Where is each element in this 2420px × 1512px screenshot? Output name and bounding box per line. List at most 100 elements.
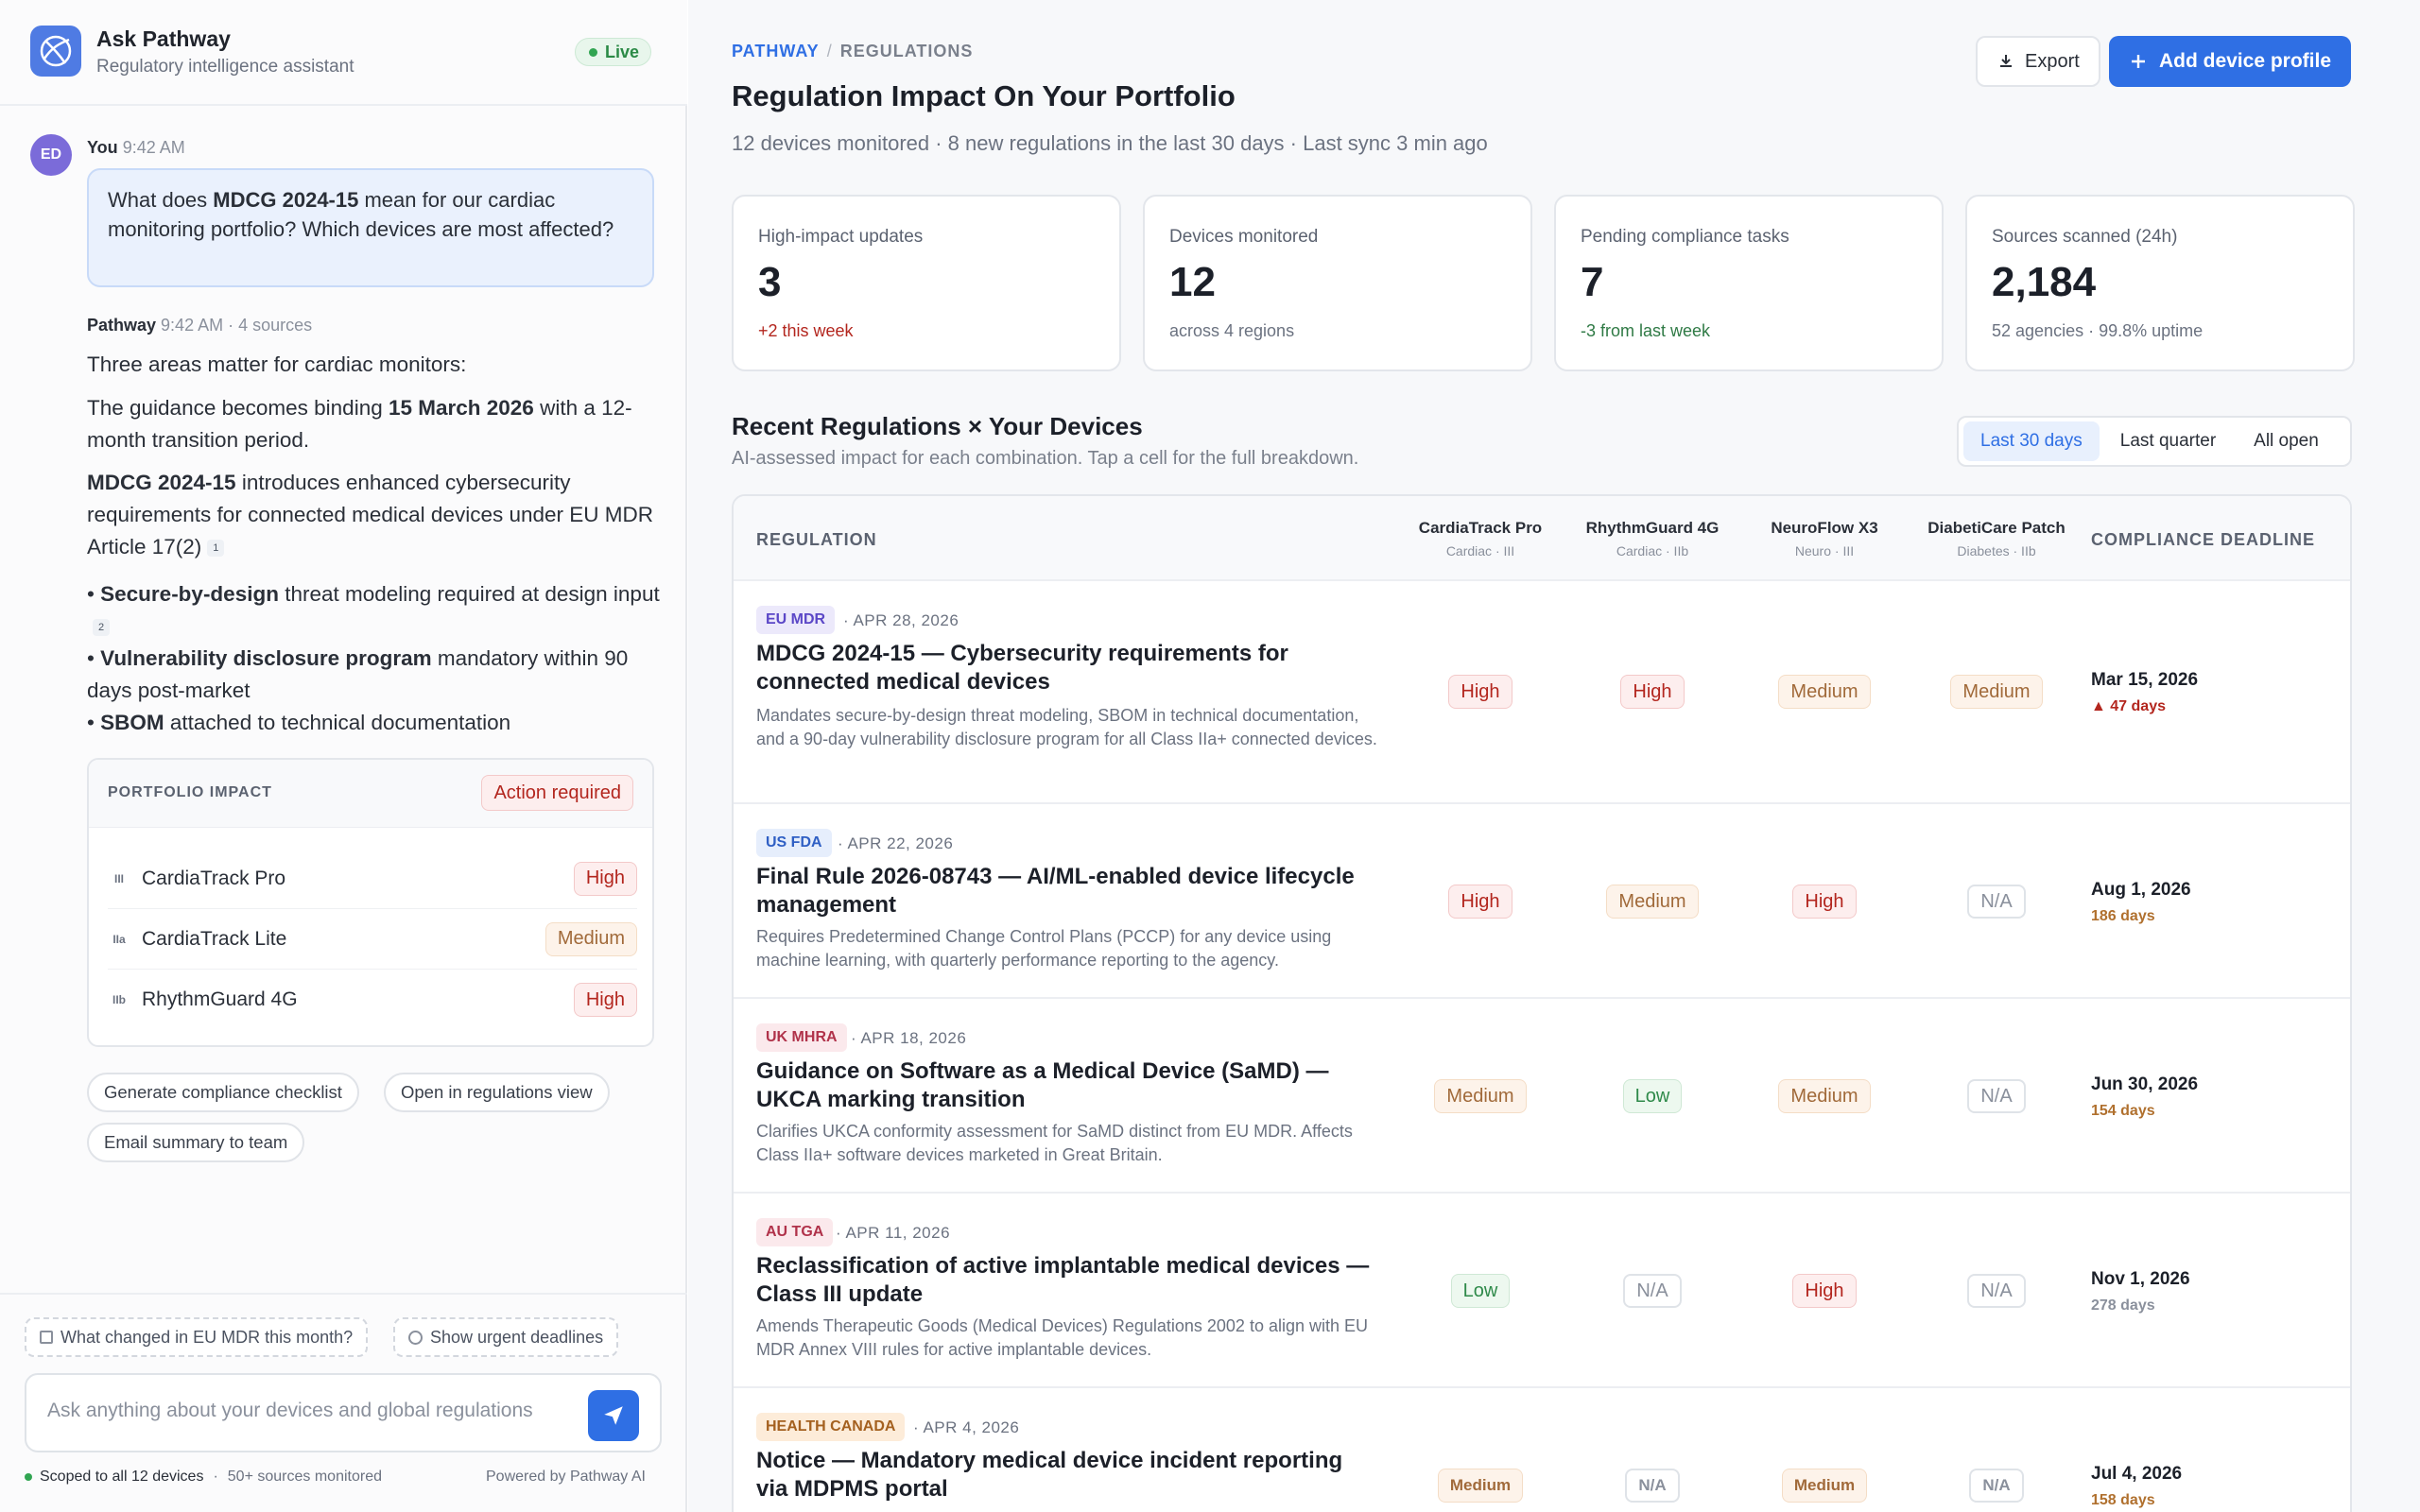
impact-cell[interactable]: Low [1567,1079,1737,1113]
col-device[interactable]: CardiaTrack Pro Cardiac · III [1395,519,1565,558]
impact-cell[interactable]: Medium [1395,1469,1565,1503]
impact-badge: Medium [544,921,637,956]
col-device[interactable]: RhythmGuard 4G Cardiac · IIb [1567,519,1737,558]
table-row[interactable]: AU TGA · APR 11, 2026 Reclassification o… [734,1194,2350,1388]
days-remaining: 278 days [2091,1297,2155,1314]
impact-cell[interactable]: High [1567,675,1737,709]
table-row[interactable]: HEALTH CANADA · APR 4, 2026 Notice — Man… [734,1388,2350,1512]
citation-1[interactable]: 1 [207,540,225,558]
region-tag: UK MHRA [756,1023,847,1052]
impact-badge: Medium [1434,1079,1527,1113]
powered-by: Powered by Pathway AI [486,1469,646,1485]
region-tag: EU MDR [756,606,836,634]
page-title: Regulation Impact On Your Portfolio [732,79,1236,112]
impact-badge: N/A [1969,1469,2024,1503]
impact-cell[interactable]: High [1395,675,1565,709]
stat-note: +2 this week [758,321,854,340]
page-subtitle: 12 devices monitored · 8 new regulations… [732,131,1488,155]
chat-input[interactable] [47,1400,558,1422]
email-summary-button[interactable]: Email summary to team [87,1123,305,1162]
breadcrumb-pathway[interactable]: PATHWAY [732,42,820,60]
deadline-date: Aug 1, 2026 [2091,880,2191,900]
impact-badge: N/A [1967,1079,2026,1113]
impact-badge: High [1448,675,1512,709]
device-class: Neuro · III [1794,543,1855,558]
live-label: Live [605,42,640,61]
table-row[interactable]: EU MDR · APR 28, 2026 MDCG 2024-15 — Cyb… [734,581,2350,804]
bullet-text: threat modeling required at design input [278,582,660,606]
regulation-date: · APR 11, 2026 [836,1224,951,1242]
deadline-date: Jun 30, 2026 [2091,1074,2199,1094]
impact-cell[interactable]: N/A [1567,1469,1737,1503]
suggestion-eu-mdr[interactable]: What changed in EU MDR this month? [25,1317,369,1357]
region-tag: US FDA [756,829,832,857]
impact-cell[interactable]: Medium [1567,885,1737,919]
impact-cell[interactable]: Medium [1911,675,2082,709]
regulation-title[interactable]: MDCG 2024-15 — Cybersecurity requirement… [756,640,1380,696]
add-device-profile-button[interactable]: Add device profile [2109,36,2351,87]
citation-2[interactable]: 2 [93,619,111,637]
send-button[interactable] [588,1390,639,1441]
breadcrumb: PATHWAY / REGULATIONS [732,42,974,60]
breadcrumb-regulations: REGULATIONS [839,42,974,60]
section-title: Recent Regulations × Your Devices [732,412,1143,440]
portfolio-row[interactable]: III CardiaTrack Pro High [108,849,637,909]
impact-cell[interactable]: Medium [1739,1469,1910,1503]
regulation-date: · APR 4, 2026 [913,1418,1020,1436]
impact-cell[interactable]: N/A [1911,1274,2082,1308]
stat-value: 2,184 [1992,259,2097,305]
suggestion-deadlines[interactable]: Show urgent deadlines [393,1317,619,1357]
impact-badge: High [1448,885,1512,919]
impact-cell[interactable]: Medium [1395,1079,1565,1113]
generate-checklist-button[interactable]: Generate compliance checklist [87,1073,359,1112]
device-class: Cardiac · III [1445,543,1515,558]
col-device[interactable]: NeuroFlow X3 Neuro · III [1739,519,1910,558]
impact-badge: N/A [1967,885,2026,919]
impact-cell[interactable]: N/A [1911,1469,2082,1503]
regulation-title[interactable]: Notice — Mandatory medical device incide… [756,1447,1380,1503]
table-header: REGULATION CardiaTrack Pro Cardiac · III … [734,496,2350,581]
bullet-item: • SBOM attached to technical documentati… [87,711,511,734]
stat-note: across 4 regions [1169,321,1295,340]
open-regulations-view-button[interactable]: Open in regulations view [384,1073,610,1112]
scope-text: Scoped to all 12 devices [40,1469,204,1485]
impact-cell[interactable]: Medium [1739,1079,1910,1113]
impact-cell[interactable]: Low [1395,1274,1565,1308]
impact-cell[interactable]: N/A [1911,1079,2082,1113]
device-name: RhythmGuard 4G [1585,519,1720,537]
regulation-title[interactable]: Reclassification of active implantable m… [756,1252,1380,1309]
export-button[interactable]: Export [1976,36,2100,87]
regulation-date: · APR 22, 2026 [838,834,954,852]
impact-cell[interactable]: N/A [1567,1274,1737,1308]
question-text: What does [108,188,214,212]
regulation-title[interactable]: Final Rule 2026-08743 — AI/ML-enabled de… [756,863,1380,919]
filter-last-30-days[interactable]: Last 30 days [1963,421,2100,461]
answer-bold: MDCG 2024-15 [87,471,236,494]
impact-cell[interactable]: High [1739,885,1910,919]
device-name: CardiaTrack Pro [142,867,286,889]
stat-card-devices: Devices monitored 12 across 4 regions [1143,195,1532,371]
answer-bullets: • Secure-by-design threat modeling requi… [87,578,664,739]
suggestion-label: What changed in EU MDR this month? [60,1327,354,1347]
impact-cell[interactable]: High [1739,1274,1910,1308]
impact-cell[interactable]: N/A [1911,885,2082,919]
scope-status: Scoped to all 12 devices · 50+ sources mon… [25,1469,382,1486]
portfolio-row[interactable]: IIa CardiaTrack Lite Medium [108,909,637,970]
stat-label: Pending compliance tasks [1581,227,1789,247]
bot-meta: 9:42 AM · 4 sources [161,316,313,335]
regulation-title[interactable]: Guidance on Software as a Medical Device… [756,1057,1380,1114]
impact-cell[interactable]: High [1395,885,1565,919]
impact-badge: High [1620,675,1685,709]
filter-all-open[interactable]: All open [2237,421,2336,461]
col-device[interactable]: DiabetiCare Patch Diabetes · IIb [1911,519,2082,558]
impact-badge: Low [1622,1079,1683,1113]
table-row[interactable]: UK MHRA · APR 18, 2026 Guidance on Softw… [734,999,2350,1194]
portfolio-row[interactable]: IIb RhythmGuard 4G High [108,970,637,1030]
impact-cell[interactable]: Medium [1739,675,1910,709]
deadline: Jun 30, 2026 154 days [2091,1074,2198,1120]
stat-card-pending-tasks: Pending compliance tasks 7 -3 from last we… [1554,195,1944,371]
table-row[interactable]: US FDA · APR 22, 2026 Final Rule 2026-08… [734,804,2350,999]
impact-badge: Medium [1437,1469,1524,1503]
filter-last-quarter[interactable]: Last quarter [2103,421,2233,461]
regulation-date: · APR 28, 2026 [843,611,959,629]
